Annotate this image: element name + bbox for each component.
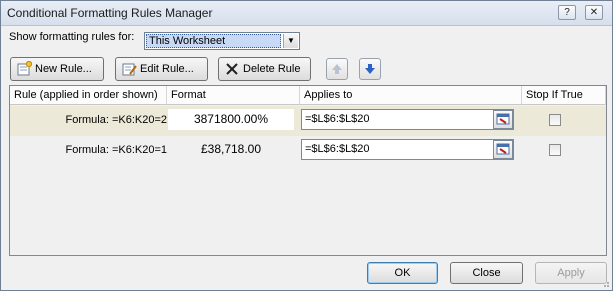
format-preview: £38,718.00	[200, 142, 262, 156]
delete-rule-label: Delete Rule	[243, 63, 301, 75]
show-rules-selected-value: This Worksheet	[146, 34, 281, 48]
close-window-button[interactable]: ✕	[585, 5, 603, 20]
collapse-dialog-icon	[496, 113, 510, 125]
collapse-dialog-icon	[496, 143, 510, 155]
window-title: Conditional Formatting Rules Manager	[7, 6, 213, 20]
header-applies-to: Applies to	[300, 86, 522, 105]
move-up-button[interactable]	[326, 58, 348, 80]
close-button[interactable]: Close	[450, 262, 523, 284]
resize-grip-icon[interactable]	[600, 278, 610, 288]
ok-button[interactable]: OK	[367, 262, 438, 284]
delete-x-icon	[226, 63, 238, 75]
applies-to-field[interactable]: =$L$6:$L$20	[301, 109, 514, 130]
header-format: Format	[167, 86, 300, 105]
conditional-formatting-dialog: Conditional Formatting Rules Manager ? ✕…	[0, 0, 613, 291]
rule-formula: Formula: =K6:K20=2	[65, 114, 167, 126]
format-preview: 3871800.00%	[168, 109, 294, 130]
show-rules-dropdown[interactable]: This Worksheet ▼	[144, 32, 300, 50]
new-rule-button[interactable]: New Rule...	[10, 57, 104, 81]
arrow-up-icon	[332, 64, 342, 74]
rule-formula: Formula: =K6:K20=1	[65, 144, 167, 156]
edit-rule-label: Edit Rule...	[140, 63, 194, 75]
rule-row[interactable]: Formula: =K6:K20=1 £38,718.00 =$L$6:$L$2…	[10, 136, 606, 166]
title-bar: Conditional Formatting Rules Manager ? ✕	[1, 1, 612, 26]
range-select-button[interactable]	[493, 140, 513, 159]
rule-row[interactable]: Formula: =K6:K20=2 3871800.00% =$L$6:$L$…	[10, 106, 606, 136]
chevron-down-icon[interactable]: ▼	[283, 34, 298, 48]
edit-rule-button[interactable]: Edit Rule...	[115, 57, 208, 81]
show-rules-label: Show formatting rules for:	[9, 31, 135, 43]
header-stop-if-true: Stop If True	[522, 86, 606, 105]
stop-if-true-checkbox[interactable]	[549, 114, 561, 126]
move-down-button[interactable]	[359, 58, 381, 80]
new-rule-icon	[17, 61, 32, 76]
delete-rule-button[interactable]: Delete Rule	[218, 57, 311, 81]
rules-grid: Rule (applied in order shown) Format App…	[9, 85, 607, 256]
edit-rule-icon	[122, 63, 137, 76]
apply-button[interactable]: Apply	[535, 262, 607, 284]
applies-to-field[interactable]: =$L$6:$L$20	[301, 139, 514, 160]
stop-if-true-checkbox[interactable]	[549, 144, 561, 156]
header-rule: Rule (applied in order shown)	[10, 86, 167, 105]
arrow-down-icon	[365, 64, 375, 74]
new-rule-label: New Rule...	[35, 63, 92, 75]
range-select-button[interactable]	[493, 110, 513, 129]
help-button[interactable]: ?	[558, 5, 576, 20]
